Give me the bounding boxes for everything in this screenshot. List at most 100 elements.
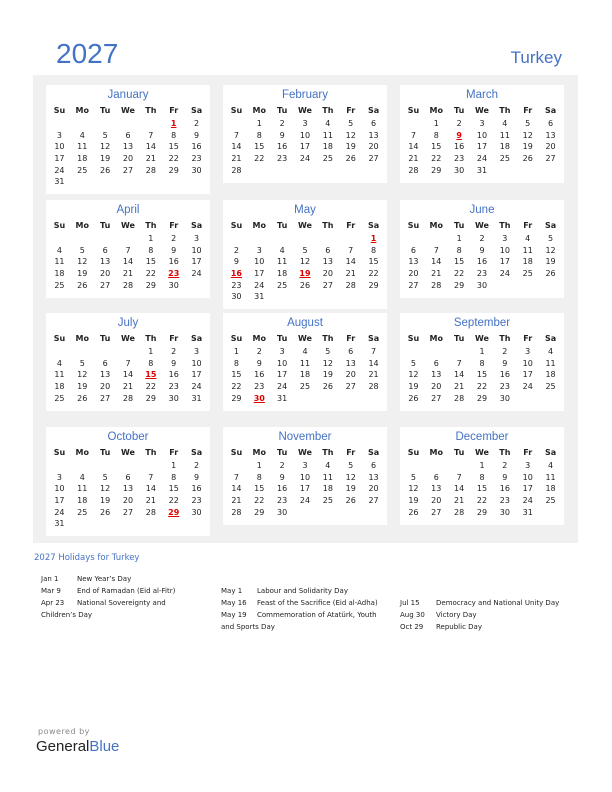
empty-cell bbox=[71, 118, 94, 130]
day-cell: 20 bbox=[431, 382, 442, 392]
empty-cell bbox=[402, 118, 425, 130]
day-cell: 24 bbox=[499, 269, 510, 279]
day-cell: 6 bbox=[102, 245, 108, 255]
day-cell: 27 bbox=[408, 280, 419, 290]
holiday-name: Republic Day bbox=[436, 623, 482, 631]
day-cell: 2 bbox=[194, 461, 200, 470]
weekday-header: Fr bbox=[346, 448, 356, 457]
day-cell: 10 bbox=[476, 130, 488, 140]
day-cell: 12 bbox=[77, 257, 88, 267]
holiday-name: Feast of the Sacrifice (Eid al-Adha) bbox=[257, 599, 378, 607]
day-cell: 4 bbox=[525, 234, 531, 243]
day-cell: 21 bbox=[145, 496, 156, 506]
weekday-header: Su bbox=[53, 448, 66, 457]
month-name: March bbox=[466, 89, 498, 101]
weekday-header: Mo bbox=[252, 106, 266, 115]
day-cell: 26 bbox=[77, 280, 88, 290]
day-cell: 14 bbox=[368, 358, 379, 368]
day-cell: 21 bbox=[454, 496, 465, 506]
day-cell: 20 bbox=[100, 382, 111, 392]
month-october: October Su Mo Tu We Th Fr Sa 1 2 3 4 5 6 7 8 9 10 11 12 13 14… bbox=[46, 427, 210, 536]
empty-cell bbox=[316, 233, 339, 245]
day-cell: 13 bbox=[122, 142, 134, 152]
month-december: December Su Mo Tu We Th Fr Sa 1 2 3 4 5 6 7 8 9 10 11 12 13 1… bbox=[400, 427, 564, 525]
empty-cell bbox=[94, 233, 117, 245]
day-cell: 12 bbox=[522, 130, 533, 140]
day-cell: 23 bbox=[476, 269, 488, 279]
holiday-name: Labour and Solidarity Day bbox=[257, 587, 348, 595]
country-title: Turkey bbox=[510, 48, 562, 67]
weekday-header: We bbox=[298, 221, 312, 230]
day-cell: 9 bbox=[502, 472, 508, 482]
day-cell: 6 bbox=[125, 472, 131, 482]
day-cell: 8 bbox=[479, 358, 485, 368]
day-cell: 6 bbox=[433, 358, 439, 368]
holiday-item: Mar 9 End of Ramadan (Eid al-Fitr) bbox=[41, 585, 201, 597]
day-grid: Su Mo Tu We Th Fr Sa 1 2 3 4 5 6 7 8 9 10 11 12 13 14 15 16 17 1… bbox=[400, 103, 564, 176]
empty-cell bbox=[448, 460, 471, 472]
day-cell: 21 bbox=[122, 269, 134, 279]
day-cell: 22 bbox=[254, 154, 265, 164]
day-cell: 1 bbox=[256, 119, 262, 128]
day-cell: 4 bbox=[56, 358, 62, 368]
day-grid: Su Mo Tu We Th Fr Sa 1 2 3 4 5 6 7 8 9 10 11 12 13 14 15 16 17 1… bbox=[223, 103, 387, 176]
day-cell: 29 bbox=[476, 393, 488, 403]
day-cell: 13 bbox=[122, 484, 134, 494]
day-cell: 10 bbox=[299, 472, 311, 482]
empty-cell bbox=[48, 233, 71, 245]
weekday-header: We bbox=[121, 221, 135, 230]
day-cell: 27 bbox=[545, 154, 556, 164]
day-cell: 6 bbox=[348, 347, 354, 356]
day-cell: 7 bbox=[371, 347, 377, 356]
day-cell: 7 bbox=[148, 130, 154, 140]
month-july: July Su Mo Tu We Th Fr Sa 1 2 3 4 5 6 7 8 9 10 11 12 13 14 15 1… bbox=[46, 313, 210, 411]
day-cell: 26 bbox=[345, 496, 356, 506]
day-cell: 2 bbox=[279, 461, 285, 470]
day-cell: 6 bbox=[410, 245, 416, 255]
day-cell: 30 bbox=[476, 280, 488, 290]
day-cell: 27 bbox=[368, 154, 379, 164]
day-cell: 8 bbox=[171, 130, 177, 140]
weekday-header: Su bbox=[53, 106, 66, 115]
day-cell: 17 bbox=[522, 484, 533, 494]
day-cell: 13 bbox=[345, 358, 356, 368]
holiday-item: May 1 Labour and Solidarity Day bbox=[221, 585, 381, 597]
month-name: October bbox=[107, 431, 149, 443]
day-cell: 13 bbox=[368, 130, 379, 140]
weekday-header: We bbox=[298, 334, 312, 343]
day-cell: 4 bbox=[325, 461, 331, 470]
month-name: May bbox=[294, 204, 316, 216]
day-cell: 10 bbox=[54, 142, 65, 152]
day-cell: 2 bbox=[479, 234, 485, 243]
day-cell: 27 bbox=[122, 507, 134, 517]
day-cell: 14 bbox=[231, 484, 242, 494]
day-cell: 21 bbox=[408, 154, 419, 164]
day-cell: 11 bbox=[322, 472, 333, 482]
day-cell: 23 bbox=[499, 382, 510, 392]
holiday-item: Apr 23 National Sovereignty and Children’… bbox=[41, 597, 201, 621]
holiday-item: Aug 30 Victory Day bbox=[400, 609, 570, 621]
day-cell: 3 bbox=[302, 119, 308, 128]
empty-cell bbox=[48, 460, 71, 472]
day-cell: 4 bbox=[325, 119, 331, 128]
day-cell: 31 bbox=[254, 292, 265, 302]
weekday-header: Fr bbox=[523, 448, 533, 457]
generalblue-logo[interactable]: GeneralBlue bbox=[36, 738, 119, 755]
day-cell: 23 bbox=[191, 496, 202, 506]
empty-cell bbox=[448, 346, 471, 358]
day-cell: 26 bbox=[100, 165, 111, 175]
day-cell: 15 bbox=[368, 257, 379, 267]
day-cell: 9 bbox=[171, 358, 177, 368]
holiday-column: Jul 15 Democracy and National Unity Day Au… bbox=[400, 597, 570, 633]
holiday-name: Democracy and National Unity Day bbox=[436, 599, 560, 607]
day-cell: 11 bbox=[77, 484, 88, 494]
day-cell: 18 bbox=[77, 496, 88, 506]
day-cell: 20 bbox=[431, 496, 442, 506]
day-cell: 2 bbox=[256, 347, 262, 356]
day-cell: 27 bbox=[322, 280, 333, 290]
day-cell: 19 bbox=[345, 484, 356, 494]
day-cell: 16 bbox=[191, 484, 202, 494]
day-cell: 29 bbox=[476, 507, 488, 517]
day-cell: 11 bbox=[54, 257, 65, 267]
empty-cell bbox=[294, 233, 317, 245]
